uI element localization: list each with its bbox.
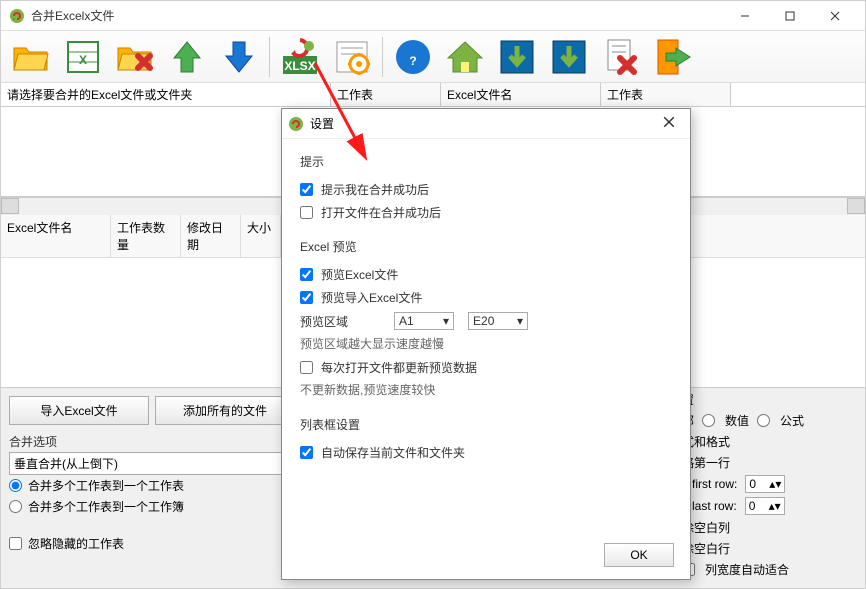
settings-icon[interactable] — [328, 33, 376, 81]
first-row-spinner[interactable]: 0▴▾ — [745, 475, 785, 493]
home-icon[interactable] — [441, 33, 489, 81]
merge-mode-value: 垂直合并(从上倒下) — [14, 455, 118, 472]
excel-icon[interactable]: X — [59, 33, 107, 81]
checkbox-label: 忽略隐藏的工作表 — [28, 535, 124, 552]
range-note: 预览区域越大显示速度越慢 — [300, 333, 672, 356]
col-date[interactable]: 修改日期 — [181, 215, 241, 257]
section-prompt: 提示 提示我在合并成功后 打开文件在合并成功后 — [300, 153, 672, 224]
col-excel-name[interactable]: Excel文件名 — [441, 83, 601, 106]
delete-folder-icon[interactable] — [111, 33, 159, 81]
col-excel-name[interactable]: Excel文件名 — [1, 215, 111, 257]
refresh-note: 不更新数据,预览速度较快 — [300, 379, 672, 402]
checkbox-label: 每次打开文件都更新预览数据 — [321, 359, 477, 376]
range-from-select[interactable]: A1▾ — [394, 312, 454, 330]
checkbox-label: 预览Excel文件 — [321, 266, 398, 283]
spinner-arrows-icon: ▴▾ — [769, 499, 781, 513]
open-folder-icon[interactable] — [7, 33, 55, 81]
section-preview: Excel 预览 预览Excel文件 预览导入Excel文件 预览区域 A1▾ … — [300, 238, 672, 402]
radio-label: 数值 — [725, 412, 749, 429]
ignore-hidden-checkbox[interactable] — [9, 537, 22, 550]
preview-import-checkbox[interactable] — [300, 291, 313, 304]
autosave-checkbox[interactable] — [300, 446, 313, 459]
radio-label: 公式 — [780, 412, 804, 429]
help-icon[interactable]: ? — [389, 33, 437, 81]
exit-icon[interactable] — [649, 33, 697, 81]
delete-doc-icon[interactable] — [597, 33, 645, 81]
checkbox-label: 打开文件在合并成功后 — [321, 204, 441, 221]
last-row-spinner[interactable]: 0▴▾ — [745, 497, 785, 515]
columns-header: 请选择要合并的Excel文件或文件夹 工作表 Excel文件名 工作表 — [1, 83, 865, 107]
dialog-title: 设置 — [310, 115, 654, 132]
download-right-icon[interactable] — [545, 33, 593, 81]
open-after-checkbox[interactable] — [300, 206, 313, 219]
col-size[interactable]: 大小 — [241, 215, 281, 257]
import-excel-button[interactable]: 导入Excel文件 — [9, 396, 149, 425]
col-sheet2[interactable]: 工作表 — [601, 83, 731, 106]
merge-to-workbook-radio[interactable] — [9, 500, 22, 513]
file-prompt: 请选择要合并的Excel文件或文件夹 — [1, 83, 331, 106]
preview-range-label: 预览区域 — [300, 313, 348, 330]
arrow-up-icon[interactable] — [163, 33, 211, 81]
section-header: Excel 预览 — [300, 238, 672, 255]
window-title: 合并Excelx文件 — [31, 7, 722, 24]
merge-to-sheet-radio[interactable] — [9, 479, 22, 492]
minimize-button[interactable] — [722, 2, 767, 30]
radio-label: 合并多个工作表到一个工作表 — [28, 477, 184, 494]
window-controls — [722, 2, 857, 30]
arrow-down-icon[interactable] — [215, 33, 263, 81]
dialog-close-button[interactable] — [654, 116, 684, 131]
formula-radio[interactable] — [757, 414, 770, 427]
toolbar-separator — [382, 37, 383, 77]
svg-text:XLSX: XLSX — [284, 59, 315, 73]
checkbox-label: 自动保存当前文件和文件夹 — [321, 444, 465, 461]
col-sheet[interactable]: 工作表 — [331, 83, 441, 106]
svg-text:X: X — [79, 53, 87, 67]
col-sheet-count[interactable]: 工作表数量 — [111, 215, 181, 257]
ok-button[interactable]: OK — [604, 543, 674, 567]
section-listbox: 列表框设置 自动保存当前文件和文件夹 — [300, 416, 672, 464]
dialog-body: 提示 提示我在合并成功后 打开文件在合并成功后 Excel 预览 预览Excel… — [282, 139, 690, 492]
spinner-arrows-icon: ▴▾ — [769, 477, 781, 491]
dialog-footer: OK — [604, 543, 674, 567]
checkbox-label: 预览导入Excel文件 — [321, 289, 422, 306]
maximize-button[interactable] — [767, 2, 812, 30]
chevron-down-icon: ▾ — [517, 314, 523, 328]
add-all-files-button[interactable]: 添加所有的文件 — [155, 396, 295, 425]
app-icon — [288, 116, 304, 132]
settings-dialog: 设置 提示 提示我在合并成功后 打开文件在合并成功后 Excel 预览 预览Ex… — [281, 108, 691, 580]
chevron-down-icon: ▾ — [443, 314, 449, 328]
titlebar: 合并Excelx文件 — [1, 1, 865, 31]
section-header: 列表框设置 — [300, 416, 672, 433]
dialog-titlebar: 设置 — [282, 109, 690, 139]
value-radio[interactable] — [702, 414, 715, 427]
prompt-after-checkbox[interactable] — [300, 183, 313, 196]
download-left-icon[interactable] — [493, 33, 541, 81]
toolbar: X XLSX ? — [1, 31, 865, 83]
close-button[interactable] — [812, 2, 857, 30]
refresh-preview-checkbox[interactable] — [300, 361, 313, 374]
checkbox-label: 列宽度自动适合 — [705, 561, 789, 578]
merge-excel-icon[interactable]: XLSX — [276, 33, 324, 81]
app-icon — [9, 8, 25, 24]
merge-mode-select[interactable]: 垂直合并(从上倒下) ▾ — [9, 452, 309, 475]
range-to-select[interactable]: E20▾ — [468, 312, 528, 330]
preview-checkbox[interactable] — [300, 268, 313, 281]
radio-label: 合并多个工作表到一个工作簿 — [28, 498, 184, 515]
svg-text:?: ? — [409, 54, 416, 68]
checkbox-label: 提示我在合并成功后 — [321, 181, 429, 198]
right-options-panel: 置 部 数值 公式 式和格式 略第一行 e first row: 0▴▾ e l… — [682, 389, 857, 580]
toolbar-separator — [269, 37, 270, 77]
section-header: 提示 — [300, 153, 672, 170]
